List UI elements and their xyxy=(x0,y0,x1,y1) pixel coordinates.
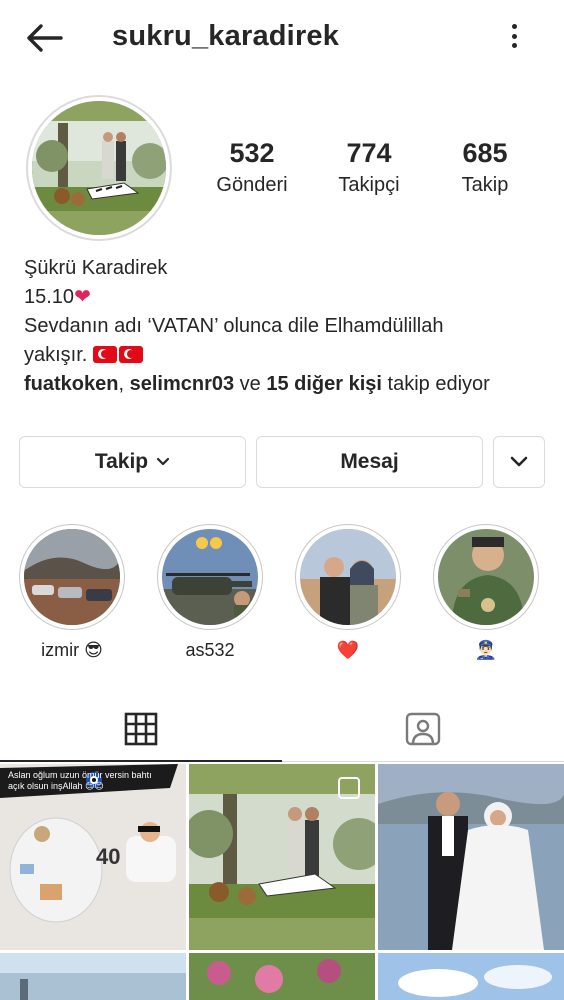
chevron-down-icon xyxy=(157,457,170,466)
tab-tagged[interactable] xyxy=(282,696,564,762)
highlight-heart[interactable]: ❤️ xyxy=(293,524,403,661)
message-button[interactable]: Mesaj xyxy=(256,436,483,488)
post-thumbnail[interactable] xyxy=(189,953,375,1000)
avatar-photo xyxy=(32,101,166,235)
grid-icon xyxy=(124,712,158,746)
turkey-flag-icon xyxy=(92,346,117,363)
bio-line-date: 15.10❤ xyxy=(24,283,544,312)
highlight-ring xyxy=(433,524,539,630)
post-caption-overlay: Aslan oğlum uzun ömür versin bahtı açık … xyxy=(8,770,152,791)
post-thumbnail[interactable] xyxy=(189,764,375,950)
followed-by-line[interactable]: fuatkoken, selimcnr03 ve 15 diğer kişi t… xyxy=(24,370,544,399)
following-number: 685 xyxy=(462,138,508,168)
more-options-icon[interactable] xyxy=(500,20,528,52)
posts-number: 532 xyxy=(229,138,275,168)
profile-tabs xyxy=(0,696,564,762)
post-thumbnail[interactable] xyxy=(378,764,564,950)
bio-line-quote: Sevdanın adı ‘VATAN’ olunca dile Elhamdü… xyxy=(24,315,444,337)
heart-icon: ❤ xyxy=(74,286,91,308)
bio-line-end: yakışır. xyxy=(24,341,544,370)
message-button-label: Mesaj xyxy=(340,450,399,473)
highlight-cover xyxy=(162,529,258,625)
followed-by-user-2[interactable]: selimcnr03 xyxy=(130,373,235,395)
posts-label: Gönderi xyxy=(216,174,288,196)
highlight-police[interactable]: 👮🏻‍♂️ xyxy=(431,524,541,661)
followed-by-suffix: takip ediyor xyxy=(381,373,490,395)
highlight-ring xyxy=(295,524,401,630)
followers-number: 774 xyxy=(346,138,392,168)
profile-bio: Şükrü Karadirek 15.10❤ Sevdanın adı ‘VAT… xyxy=(24,254,544,399)
post-thumbnail[interactable]: Aslan oğlum uzun ömür versin bahtı açık … xyxy=(0,764,186,950)
follow-button[interactable]: Takip xyxy=(19,436,246,488)
highlight-as532[interactable]: as532 xyxy=(155,524,265,661)
following-label: Takip xyxy=(461,174,509,196)
tagged-person-icon xyxy=(405,712,441,746)
highlight-ring xyxy=(19,524,125,630)
highlight-cover xyxy=(24,529,120,625)
chevron-down-icon xyxy=(510,456,528,467)
followed-by-and: ve xyxy=(234,373,267,395)
highlight-cover xyxy=(300,529,396,625)
back-arrow-icon[interactable] xyxy=(22,18,66,58)
posts-grid: Aslan oğlum uzun ömür versin bahtı açık … xyxy=(0,764,564,1000)
highlight-label: ❤️ xyxy=(336,640,360,660)
followed-by-others[interactable]: 15 diğer kişi xyxy=(266,373,382,395)
followed-by-user-1[interactable]: fuatkoken xyxy=(24,373,118,395)
bio-end-text: yakışır. xyxy=(24,344,88,366)
highlight-ring xyxy=(157,524,263,630)
bio-date-text: 15.10 xyxy=(24,286,75,308)
followers-count[interactable]: 774 Takipçi xyxy=(309,138,429,197)
top-bar: sukru_karadirek xyxy=(0,0,564,72)
followed-by-separator: , xyxy=(118,373,130,395)
followers-label: Takipçi xyxy=(338,174,400,196)
follow-button-label: Takip xyxy=(94,450,149,473)
following-count[interactable]: 685 Takip xyxy=(425,138,545,197)
posts-count[interactable]: 532 Gönderi xyxy=(192,138,312,197)
profile-username: sukru_karadirek xyxy=(112,20,340,52)
post-thumbnail[interactable] xyxy=(0,953,186,1000)
highlight-cover xyxy=(438,529,534,625)
turkey-flag-icon xyxy=(118,346,143,363)
profile-avatar[interactable] xyxy=(26,95,172,241)
highlight-label: 👮🏻‍♂️ xyxy=(474,640,498,660)
highlight-label: as532 xyxy=(185,640,235,660)
profile-full-name: Şükrü Karadirek xyxy=(24,257,168,279)
tab-posts-grid[interactable] xyxy=(0,696,282,762)
suggested-accounts-button[interactable] xyxy=(493,436,545,488)
post-number-overlay: 40 xyxy=(96,844,121,869)
highlight-izmir[interactable]: izmir 😎 xyxy=(17,524,127,661)
post-thumbnail[interactable] xyxy=(378,953,564,1000)
highlight-label: izmir 😎 xyxy=(41,640,103,660)
active-tab-indicator xyxy=(0,760,282,762)
